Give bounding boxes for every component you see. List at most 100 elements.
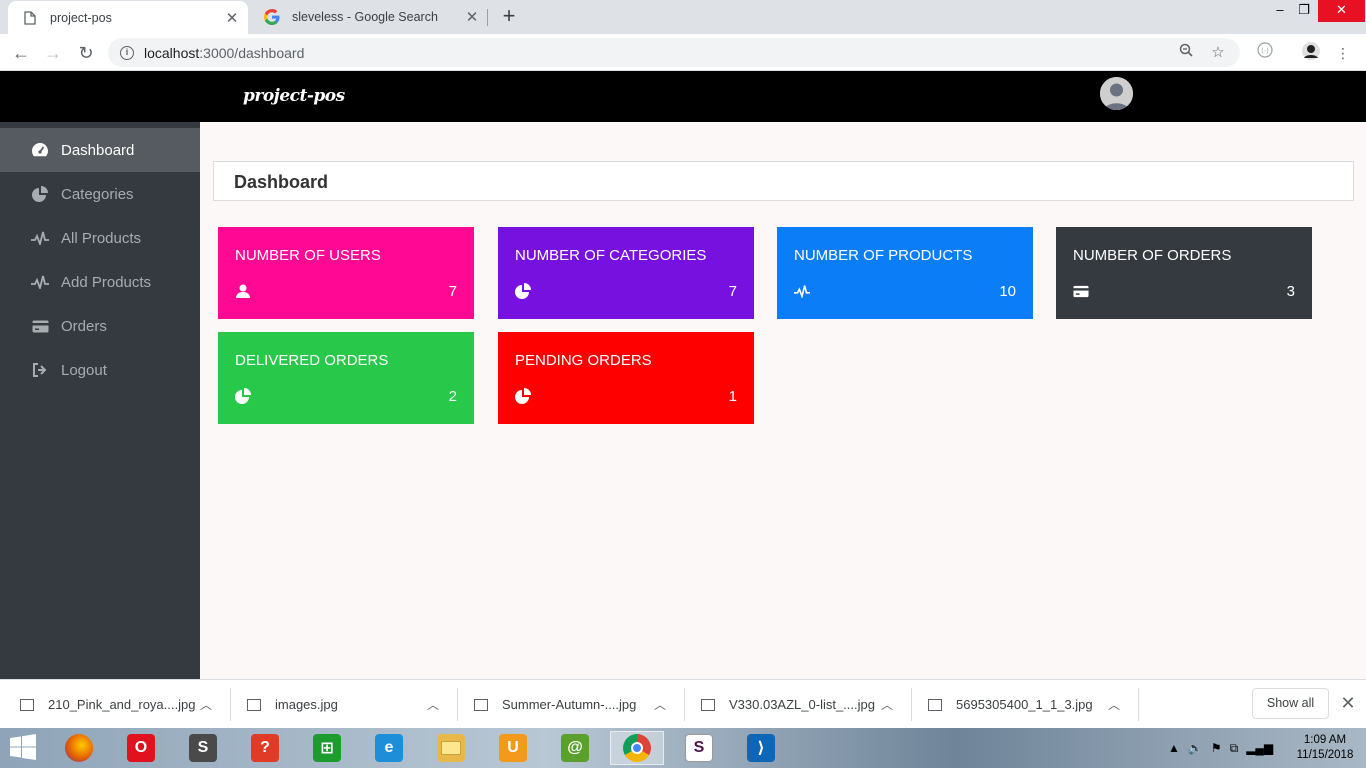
taskbar-app[interactable]: ?: [238, 731, 292, 765]
chevron-up-icon[interactable]: ︿: [1108, 696, 1120, 713]
clock-date: 11/15/2018: [1296, 749, 1354, 761]
downloads-close-icon[interactable]: ✕: [1338, 693, 1358, 714]
taskbar-app[interactable]: S: [176, 731, 230, 765]
sidebar-item-dashboard[interactable]: Dashboard: [0, 128, 200, 172]
user-avatar[interactable]: [1100, 77, 1133, 110]
internet-explorer-icon: e: [375, 734, 403, 762]
sidebar-item-all-products[interactable]: All Products: [0, 216, 200, 260]
sidebar-item-add-products[interactable]: Add Products: [0, 260, 200, 304]
heartbeat-icon: [31, 229, 49, 247]
url-text[interactable]: localhost:3000/dashboard: [144, 45, 1176, 61]
stat-card-label: NUMBER OF USERS: [235, 247, 381, 264]
extension-icon[interactable]: (·): [1254, 42, 1276, 64]
vscode-icon: ⟩: [747, 734, 775, 762]
tab-close-icon[interactable]: ✕: [462, 8, 482, 26]
store-icon: ⊞: [313, 734, 341, 762]
window-close-button[interactable]: ✕: [1318, 0, 1365, 22]
taskbar-app[interactable]: S: [672, 731, 726, 765]
system-tray: ▲ 🔈 ⚑ ⧉ ▂▄▆: [1168, 728, 1281, 768]
stat-card-value: 3: [1286, 283, 1295, 300]
chevron-up-icon[interactable]: ︿: [200, 696, 212, 713]
stat-card-value: 2: [448, 388, 457, 405]
clock-time: 1:09 AM: [1303, 734, 1347, 746]
download-item[interactable]: 210_Pink_and_roya....jpg ︿: [0, 680, 229, 729]
taskbar-app[interactable]: O: [114, 731, 168, 765]
sidebar-item-label: Categories: [61, 185, 134, 203]
stat-card-label: NUMBER OF ORDERS: [1073, 247, 1232, 264]
slack-icon: S: [685, 734, 713, 762]
download-item[interactable]: 5695305400_1_1_3.jpg ︿: [908, 680, 1137, 729]
network-adapter-icon[interactable]: ⧉: [1230, 741, 1239, 756]
sublime-text-icon: S: [189, 734, 217, 762]
taskbar-app[interactable]: [610, 731, 664, 765]
download-filename: images.jpg: [275, 697, 338, 712]
download-separator: [1138, 688, 1139, 721]
app-header: project-pos: [0, 71, 1366, 122]
page-title: Dashboard: [234, 172, 329, 192]
stat-card-value: 10: [999, 283, 1016, 300]
show-all-downloads-button[interactable]: Show all: [1252, 688, 1329, 719]
sidebar-item-orders[interactable]: Orders: [0, 304, 200, 348]
stat-card-products[interactable]: NUMBER OF PRODUCTS 10: [777, 227, 1033, 319]
new-tab-button[interactable]: +: [498, 5, 520, 27]
taskbar-app[interactable]: ⟩: [734, 731, 788, 765]
chevron-up-icon[interactable]: ︿: [881, 696, 893, 713]
taskbar-app[interactable]: [424, 731, 478, 765]
chameleon-icon: @: [561, 734, 589, 762]
stat-card-label: NUMBER OF CATEGORIES: [515, 247, 707, 264]
sidebar-item-label: All Products: [61, 229, 142, 247]
zoom-icon[interactable]: [1176, 43, 1196, 63]
windows-start-button[interactable]: [8, 734, 40, 762]
image-file-icon: [474, 698, 488, 711]
reload-button[interactable]: ↻: [73, 40, 99, 66]
brand-logo[interactable]: project-pos: [243, 86, 345, 106]
chevron-up-icon[interactable]: ︿: [427, 696, 439, 713]
stat-card-value: 7: [448, 283, 457, 300]
taskbar-app[interactable]: @: [548, 731, 602, 765]
volume-icon[interactable]: 🔈: [1188, 741, 1203, 755]
stat-card-pending-orders[interactable]: PENDING ORDERS 1: [498, 332, 754, 424]
restore-button[interactable]: ❐: [1289, 0, 1319, 22]
browser-menu-icon[interactable]: ⋮: [1332, 42, 1354, 64]
stat-card-delivered-orders[interactable]: DELIVERED ORDERS 2: [218, 332, 474, 424]
heartbeat-icon: [31, 273, 49, 291]
firefox-icon: [65, 734, 93, 762]
stat-card-label: NUMBER OF PRODUCTS: [794, 247, 973, 264]
pie-chart-icon: [235, 388, 251, 404]
site-info-icon[interactable]: i: [120, 45, 134, 60]
image-file-icon: [20, 698, 34, 711]
back-button[interactable]: ←: [8, 40, 34, 66]
signal-bars-icon[interactable]: ▂▄▆: [1246, 741, 1273, 755]
stat-card-label: PENDING ORDERS: [515, 352, 652, 369]
taskbar-app[interactable]: e: [362, 731, 416, 765]
action-center-flag-icon[interactable]: ⚑: [1211, 741, 1222, 755]
sidebar-item-logout[interactable]: Logout: [0, 348, 200, 392]
tray-chevron-icon[interactable]: ▲: [1168, 741, 1180, 755]
sidebar-item-categories[interactable]: Categories: [0, 172, 200, 216]
taskbar-app[interactable]: U: [486, 731, 540, 765]
taskbar-app[interactable]: ⊞: [300, 731, 354, 765]
bookmark-star-icon[interactable]: ☆: [1208, 43, 1228, 63]
browser-tab-google-search[interactable]: sleveless - Google Search ✕: [250, 0, 488, 34]
download-item[interactable]: images.jpg ︿: [227, 680, 456, 729]
stat-card-categories[interactable]: NUMBER OF CATEGORIES 7: [498, 227, 754, 319]
download-item[interactable]: V330.03AZL_0-list_....jpg ︿: [681, 680, 910, 729]
stat-card-orders[interactable]: NUMBER OF ORDERS 3: [1056, 227, 1312, 319]
windows-taskbar: O S? ⊞ e U @ S ⟩ ▲ 🔈 ⚑ ⧉ ▂▄▆ 1:09 AM 11/15/2018: [0, 728, 1366, 768]
tab-close-icon[interactable]: ✕: [222, 9, 242, 27]
image-file-icon: [701, 698, 715, 711]
download-item[interactable]: Summer-Autumn-....jpg ︿: [454, 680, 683, 729]
file-explorer-icon: [437, 734, 465, 762]
taskbar-app[interactable]: [52, 731, 106, 765]
pie-chart-icon: [515, 283, 531, 299]
address-bar[interactable]: i localhost:3000/dashboard ☆: [108, 38, 1240, 67]
chevron-up-icon[interactable]: ︿: [654, 696, 666, 713]
download-filename: Summer-Autumn-....jpg: [502, 697, 637, 712]
downloads-bar: 210_Pink_and_roya....jpg ︿ images.jpg ︿ …: [0, 679, 1366, 728]
opera-icon: O: [127, 734, 155, 762]
browser-tab-project-pos[interactable]: project-pos ✕: [8, 1, 248, 34]
profile-avatar-icon[interactable]: [1300, 42, 1322, 64]
stat-card-users[interactable]: NUMBER OF USERS 7: [218, 227, 474, 319]
taskbar-clock[interactable]: 1:09 AM 11/15/2018: [1290, 733, 1360, 763]
forward-button[interactable]: →: [40, 40, 66, 66]
